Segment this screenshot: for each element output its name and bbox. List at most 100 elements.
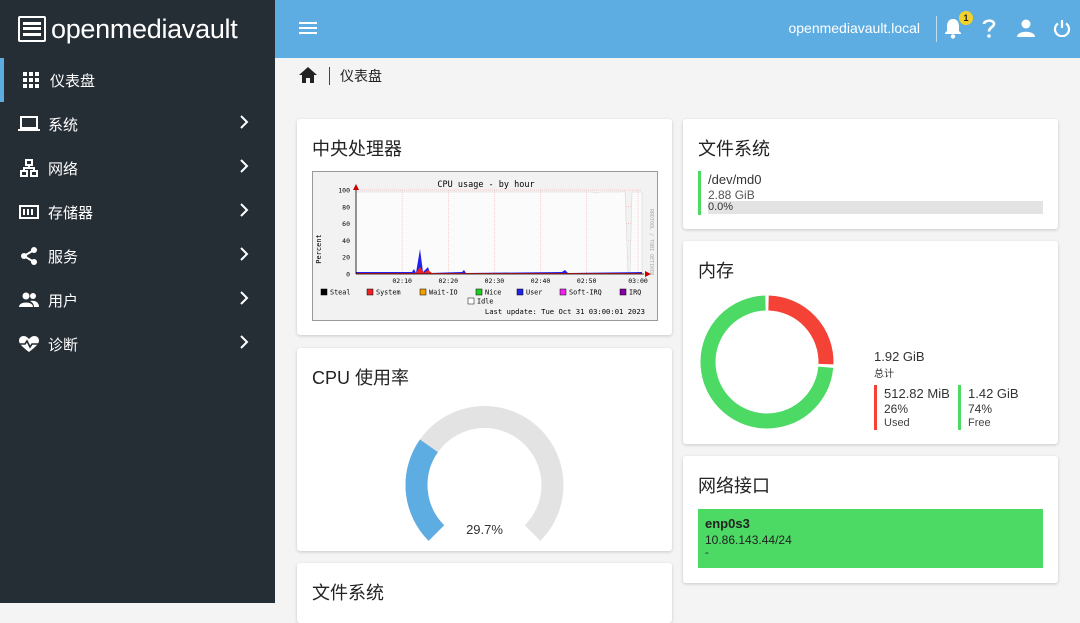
sidebar-item-label: 服务 bbox=[48, 248, 79, 266]
storage-icon bbox=[18, 205, 40, 219]
sidebar: openmediavault 仪表盘 系统 网络 存储器 服务 用户 诊断 bbox=[0, 0, 275, 603]
donut-used-segment bbox=[768, 295, 834, 365]
help-icon[interactable] bbox=[981, 17, 997, 44]
sidebar-item-users[interactable]: 用户 bbox=[0, 278, 275, 322]
sidebar-item-network[interactable]: 网络 bbox=[0, 146, 275, 190]
usage-bar: 0.0% bbox=[708, 201, 1043, 214]
legend-label: System bbox=[376, 289, 401, 297]
apps-grid-icon bbox=[20, 72, 42, 88]
card-title: 网络接口 bbox=[698, 476, 770, 496]
x-tick-label: 02:10 bbox=[392, 277, 412, 285]
top-toolbar: openmediavault.local 1 bbox=[275, 0, 1080, 58]
legend-label: Idle bbox=[477, 298, 493, 306]
legend-swatch bbox=[366, 288, 374, 296]
heart-pulse-icon bbox=[18, 335, 40, 353]
legend-swatch bbox=[475, 288, 483, 296]
memory-donut bbox=[700, 295, 834, 429]
users-icon bbox=[18, 292, 40, 308]
memory-used-percent: 26% bbox=[884, 402, 909, 416]
card-title: CPU 使用率 bbox=[312, 368, 410, 388]
cpu-usage-card: CPU 使用率 29.7% bbox=[297, 348, 672, 551]
sidebar-item-label: 用户 bbox=[48, 292, 79, 310]
memory-total-label: 总计 bbox=[874, 369, 894, 380]
app-logo[interactable]: openmediavault bbox=[0, 0, 275, 58]
legend-swatch bbox=[516, 288, 524, 296]
filesystem-card: 文件系统 /dev/md0 2.88 GiB 0.0% bbox=[683, 119, 1058, 229]
interface-address: 10.86.143.44/24 bbox=[705, 533, 792, 547]
sidebar-item-services[interactable]: 服务 bbox=[0, 234, 275, 278]
y-tick-label: 40 bbox=[342, 237, 350, 245]
y-tick-label: 60 bbox=[342, 220, 350, 228]
usage-percent: 0.0% bbox=[708, 201, 734, 213]
legend-swatch bbox=[619, 288, 627, 296]
interface-extra: - bbox=[705, 547, 709, 559]
chevron-right-icon bbox=[239, 335, 249, 353]
gauge-track bbox=[405, 406, 564, 541]
y-tick-label: 80 bbox=[342, 203, 350, 211]
sidebar-item-dashboard[interactable]: 仪表盘 bbox=[0, 58, 275, 102]
interface-tile[interactable]: enp0s3 10.86.143.44/24 - bbox=[698, 509, 1043, 568]
used-indicator bbox=[874, 385, 877, 430]
cpu-usage-graph: CPU usage - by hour RRDTOOL / TOBI OETIK… bbox=[312, 171, 658, 321]
logo-icon bbox=[18, 16, 46, 42]
card-title: 文件系统 bbox=[698, 139, 770, 159]
toolbar-divider bbox=[936, 16, 937, 42]
graph-last-update: Last update: Tue Oct 31 03:00:01 2023 bbox=[485, 307, 645, 316]
legend-swatch bbox=[559, 288, 567, 296]
sidebar-nav: 仪表盘 系统 网络 存储器 服务 用户 诊断 bbox=[0, 58, 275, 366]
memory-free: 1.42 GiB bbox=[968, 386, 1019, 401]
legend-swatch bbox=[467, 297, 475, 305]
legend-label: Nice bbox=[485, 289, 501, 297]
chevron-right-icon bbox=[239, 291, 249, 309]
free-indicator bbox=[958, 385, 961, 430]
graph-ylabel: Percent bbox=[315, 234, 323, 264]
logo-text: openmediavault bbox=[51, 13, 238, 44]
sidebar-item-storage[interactable]: 存储器 bbox=[0, 190, 275, 234]
card-title: 文件系统 bbox=[312, 583, 384, 603]
breadcrumb: 仪表盘 bbox=[299, 66, 382, 86]
sidebar-item-system[interactable]: 系统 bbox=[0, 102, 275, 146]
network-card: 网络接口 enp0s3 10.86.143.44/24 - bbox=[683, 456, 1058, 583]
x-tick-label: 02:40 bbox=[531, 277, 551, 285]
device-size: 2.88 GiB bbox=[708, 188, 755, 202]
chevron-right-icon bbox=[239, 159, 249, 177]
legend-label: Soft-IRQ bbox=[569, 289, 602, 297]
legend-label: Wait-IO bbox=[429, 289, 458, 297]
device-name[interactable]: /dev/md0 bbox=[708, 172, 761, 187]
memory-total: 1.92 GiB bbox=[874, 349, 925, 364]
sidebar-item-label: 诊断 bbox=[48, 336, 79, 354]
y-tick-label: 100 bbox=[338, 187, 350, 195]
laptop-icon bbox=[18, 116, 40, 132]
sidebar-item-label: 存储器 bbox=[48, 204, 94, 222]
y-tick-label: 20 bbox=[342, 254, 350, 262]
gauge-value: 29.7% bbox=[466, 522, 503, 537]
home-icon[interactable] bbox=[299, 66, 317, 86]
chevron-right-icon bbox=[239, 247, 249, 265]
network-icon bbox=[18, 159, 40, 177]
legend-label: User bbox=[526, 289, 542, 297]
power-icon[interactable] bbox=[1053, 19, 1071, 42]
graph-side-label: RRDTOOL / TOBI OETIKER bbox=[648, 209, 654, 276]
memory-used-label: Used bbox=[884, 417, 910, 429]
cpu-chart-card: 中央处理器 CPU usage - by hour RRDTOOL / TOBI… bbox=[297, 119, 672, 335]
user-icon[interactable] bbox=[1017, 19, 1035, 42]
idle-area bbox=[355, 190, 643, 275]
legend-swatch bbox=[419, 288, 427, 296]
sidebar-item-diagnostics[interactable]: 诊断 bbox=[0, 322, 275, 366]
interface-name: enp0s3 bbox=[705, 516, 750, 531]
card-title: 中央处理器 bbox=[312, 139, 402, 159]
chevron-right-icon bbox=[239, 115, 249, 133]
memory-free-label: Free bbox=[968, 417, 991, 429]
notification-badge: 1 bbox=[959, 11, 973, 25]
y-tick-label: 0 bbox=[346, 271, 350, 279]
chevron-right-icon bbox=[239, 203, 249, 221]
breadcrumb-current: 仪表盘 bbox=[340, 68, 382, 84]
memory-free-percent: 74% bbox=[968, 402, 993, 416]
legend-label: IRQ bbox=[629, 289, 641, 297]
sidebar-item-label: 系统 bbox=[48, 116, 79, 134]
status-indicator bbox=[698, 171, 701, 215]
menu-icon[interactable] bbox=[299, 20, 317, 41]
breadcrumb-divider bbox=[329, 67, 330, 85]
hostname-label: openmediavault.local bbox=[788, 20, 920, 36]
filesystem-card-bottom: 文件系统 bbox=[297, 563, 672, 623]
